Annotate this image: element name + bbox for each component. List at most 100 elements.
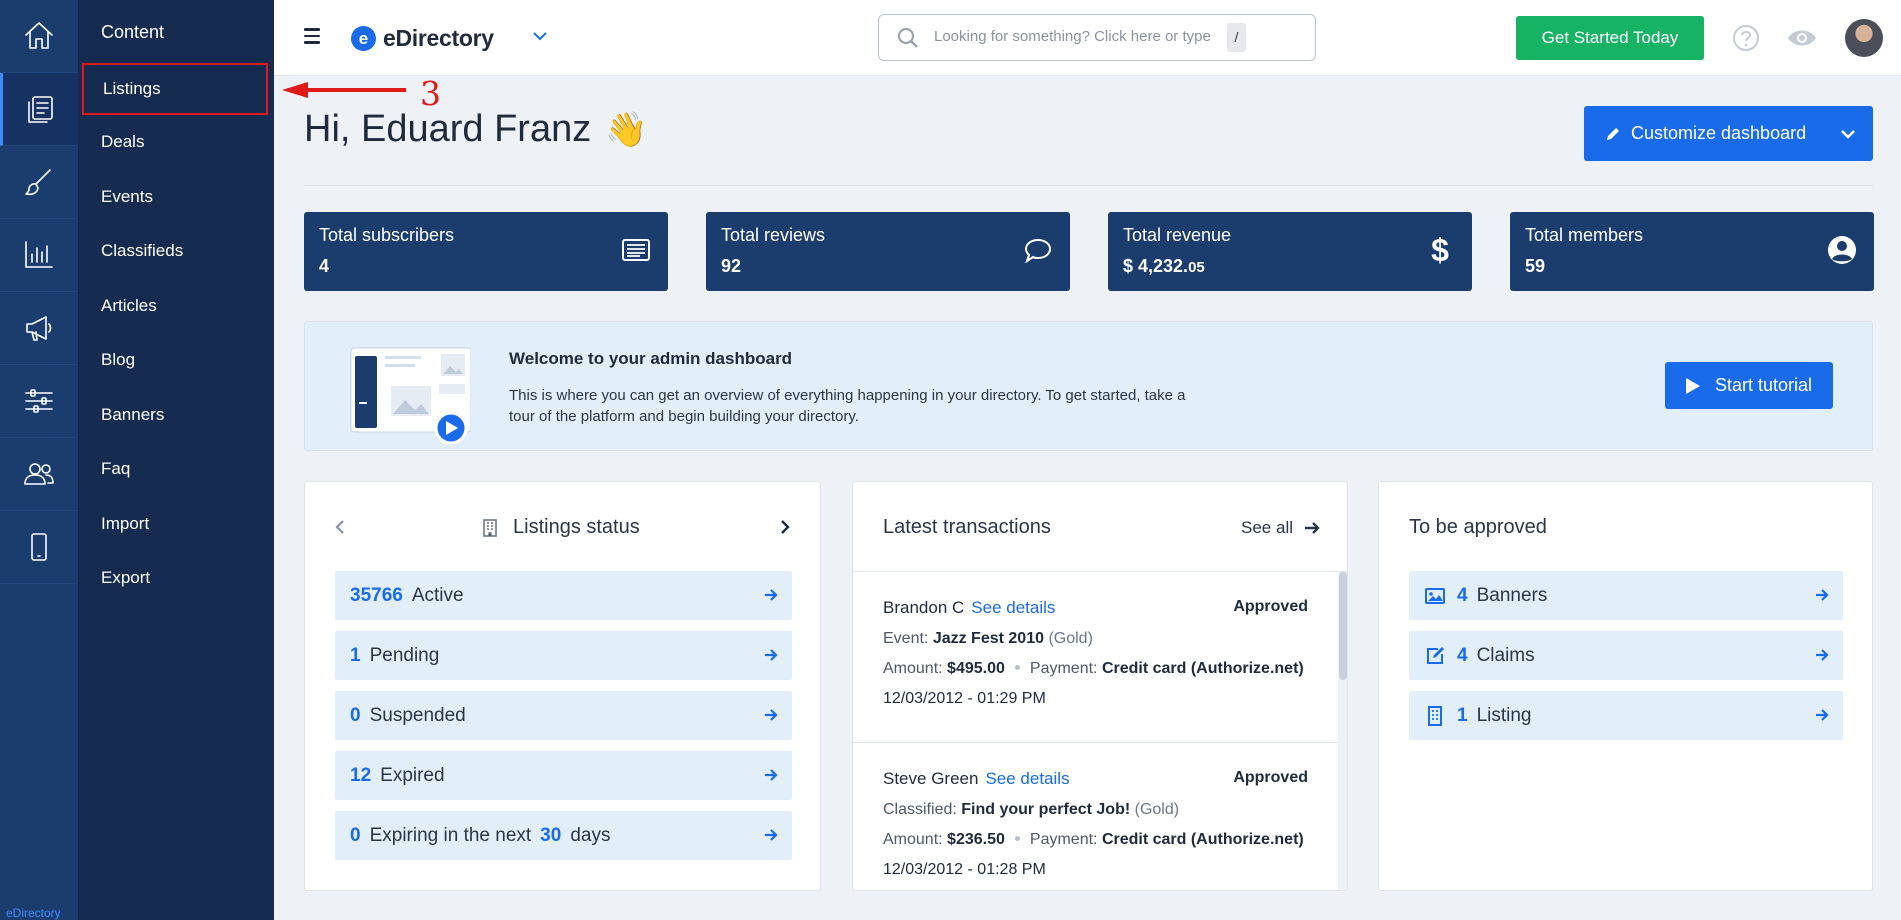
submenu-item-import[interactable]: Import — [78, 497, 274, 552]
rail-reports[interactable] — [0, 219, 78, 292]
customize-label: Customize dashboard — [1631, 123, 1807, 143]
chevron-down-icon[interactable] — [1839, 125, 1857, 143]
start-tutorial-button[interactable]: Start tutorial — [1665, 362, 1833, 409]
type-label: Classified: — [883, 801, 957, 818]
transaction-status: Approved — [1233, 769, 1308, 786]
stat-total-members[interactable]: Total members 59 — [1510, 212, 1874, 291]
building-icon — [1428, 705, 1442, 726]
top-bar: e eDirectory / Get Started Today — [274, 0, 1901, 76]
rail-home[interactable] — [0, 0, 78, 73]
rail-users[interactable] — [0, 438, 78, 511]
stat-label: Total subscribers — [319, 225, 455, 245]
help-icon[interactable] — [1732, 24, 1760, 52]
submenu-item-blog[interactable]: Blog — [78, 333, 274, 388]
rail-promote[interactable] — [0, 292, 78, 365]
status-row-expired[interactable]: 12 Expired — [335, 751, 792, 800]
dollar-icon: $ — [1431, 234, 1449, 266]
status-label: Pending — [369, 644, 440, 666]
customize-dashboard-button[interactable]: Customize dashboard — [1584, 106, 1873, 161]
submenu-item-classifieds[interactable]: Classifieds — [78, 224, 274, 279]
stat-value: 4 — [319, 256, 330, 276]
transaction-item-line: Classified: Find your perfect Job! (Gold… — [883, 801, 1338, 819]
arrow-right-icon — [1816, 709, 1829, 721]
search-input[interactable] — [934, 28, 1234, 45]
see-all-label: See all — [1241, 518, 1293, 537]
submenu-item-listings[interactable]: Listings — [82, 63, 268, 115]
arrow-right-icon — [1816, 589, 1829, 601]
stat-value-main: $ 4,232. — [1123, 256, 1189, 276]
item-name: Find your perfect Job! — [961, 801, 1131, 818]
type-label: Event: — [883, 630, 929, 647]
submenu-item-deals[interactable]: Deals — [78, 115, 274, 170]
card-title: Latest transactions — [883, 516, 1051, 538]
submenu-title: Content — [101, 22, 165, 42]
payment: Credit card (Authorize.net) — [1101, 831, 1304, 848]
welcome-title: Welcome to your admin dashboard — [509, 349, 793, 368]
stat-total-revenue[interactable]: Total revenue $ 4,232.05 $ — [1108, 212, 1472, 291]
status-row-expiring[interactable]: 0 Expiring in the next 30 days — [335, 811, 792, 860]
to-be-approved-card: To be approved 4 Banners 4 Claims 1 List… — [1378, 481, 1873, 891]
status-row-active[interactable]: 35766 Active — [335, 571, 792, 620]
hamburger-icon[interactable] — [304, 28, 320, 48]
stat-value: 92 — [721, 256, 742, 276]
see-details-link[interactable]: See details — [985, 769, 1069, 788]
submenu-item-faq[interactable]: Faq — [78, 442, 274, 497]
arrow-right-icon — [765, 709, 778, 721]
stat-label: Total revenue — [1123, 225, 1232, 245]
approval-row-claims[interactable]: 4 Claims — [1409, 631, 1843, 680]
see-all-link[interactable]: See all — [1241, 518, 1320, 538]
greeting-text: Hi, Eduard Franz — [304, 108, 592, 150]
chevron-left-icon[interactable] — [333, 519, 347, 535]
user-circle-icon — [1828, 236, 1856, 264]
stat-value: $ 4,232.05 — [1123, 256, 1457, 277]
payment-label: Payment: — [1029, 831, 1098, 848]
welcome-banner: Welcome to your admin dashboard This is … — [304, 321, 1873, 451]
approval-row-banners[interactable]: 4 Banners — [1409, 571, 1843, 620]
submenu-item-articles[interactable]: Articles — [78, 279, 274, 334]
status-row-pending[interactable]: 1 Pending — [335, 631, 792, 680]
submenu-item-banners[interactable]: Banners — [78, 388, 274, 443]
search-box[interactable]: / — [878, 14, 1316, 61]
arrow-right-icon — [765, 829, 778, 841]
see-details-link[interactable]: See details — [971, 598, 1055, 617]
rail-content[interactable] — [0, 73, 78, 146]
greeting: Hi, Eduard Franz 👋 — [304, 108, 648, 151]
listings-status-title: Listings status — [480, 516, 640, 539]
rail-mobile[interactable] — [0, 511, 78, 584]
expiring-days: 30 — [540, 824, 562, 846]
scrollbar-thumb[interactable] — [1339, 572, 1347, 680]
mobile-icon — [31, 533, 47, 561]
dashboard-illustration-icon — [350, 347, 471, 445]
avatar[interactable] — [1845, 19, 1883, 57]
submenu-item-events[interactable]: Events — [78, 170, 274, 225]
status-count: 1 — [350, 644, 361, 666]
svg-text:$: $ — [1431, 234, 1449, 266]
eye-icon[interactable] — [1786, 26, 1818, 50]
transaction-amount-line: Amount: $495.00 Payment: Credit card (Aut… — [883, 660, 1338, 678]
chevron-right-icon[interactable] — [778, 519, 792, 535]
rail-design[interactable] — [0, 146, 78, 219]
start-tutorial-label: Start tutorial — [1715, 375, 1813, 395]
logo[interactable]: e eDirectory — [351, 25, 494, 52]
stat-total-reviews[interactable]: Total reviews 92 — [706, 212, 1070, 291]
play-icon — [1686, 377, 1700, 394]
amount: $495.00 — [947, 660, 1005, 677]
rail-brand: eDirectory — [6, 906, 61, 920]
search-shortcut-key: / — [1227, 23, 1246, 52]
rail-settings[interactable] — [0, 365, 78, 438]
arrow-right-icon — [765, 649, 778, 661]
transaction-status: Approved — [1233, 598, 1308, 615]
home-icon — [25, 22, 53, 49]
payment: Credit card (Authorize.net) — [1101, 660, 1304, 677]
submenu-item-export[interactable]: Export — [78, 551, 274, 606]
status-row-suspended[interactable]: 0 Suspended — [335, 691, 792, 740]
item-level: (Gold) — [1048, 630, 1093, 647]
edit-icon — [1427, 646, 1444, 664]
approval-row-listing[interactable]: 1 Listing — [1409, 691, 1843, 740]
stat-total-subscribers[interactable]: Total subscribers 4 — [304, 212, 668, 291]
scrollbar[interactable] — [1338, 572, 1347, 890]
pencil-icon — [1607, 127, 1619, 140]
chevron-down-icon[interactable] — [532, 28, 548, 44]
get-started-button[interactable]: Get Started Today — [1516, 16, 1704, 60]
brush-icon — [25, 169, 51, 196]
